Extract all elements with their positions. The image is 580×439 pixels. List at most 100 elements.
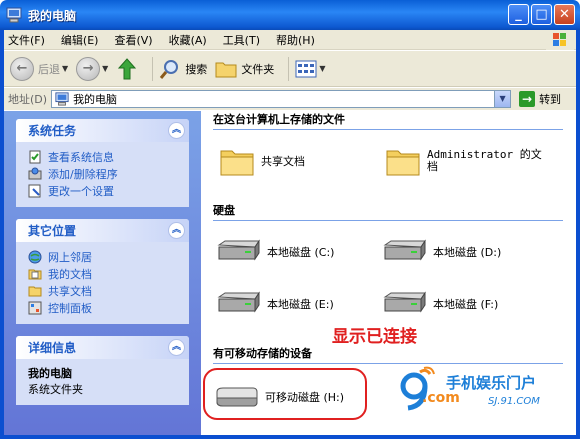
menu-favorites[interactable]: 收藏(A) <box>169 32 207 48</box>
up-folder-icon <box>118 57 137 79</box>
details-name: 我的电脑 <box>28 367 72 380</box>
system-info-icon <box>29 150 41 163</box>
search-label: 搜索 <box>185 62 208 76</box>
folder-icon <box>386 150 420 176</box>
system-tasks-title: 系统任务 <box>28 124 77 138</box>
place-label: 控制面板 <box>48 301 92 315</box>
views-button[interactable]: ▼ <box>295 59 325 79</box>
maximize-button[interactable]: □ <box>531 4 552 25</box>
hard-drive-icon <box>217 291 260 313</box>
details-header[interactable]: 详细信息 ︽ <box>16 336 189 359</box>
drive-label: 本地磁盘 (D:) <box>433 246 502 259</box>
highlight-circle <box>203 368 367 420</box>
folder-shared-documents[interactable]: 共享文档 <box>219 145 305 177</box>
forward-button[interactable]: → ▼ <box>76 56 108 81</box>
computer-icon <box>55 92 69 106</box>
add-remove-programs-icon <box>28 167 42 179</box>
address-label: 地址(D) <box>8 93 48 106</box>
system-tasks-panel: 系统任务 ︽ 查看系统信息 添加/删除程序 更改一个设置 <box>16 119 189 207</box>
drive-label: 本地磁盘 (E:) <box>267 298 334 311</box>
back-button[interactable]: ← 后退 ▼ <box>10 56 68 81</box>
section-stored-files: 在这台计算机上存储的文件 <box>213 111 563 130</box>
back-arrow-icon: ← <box>10 56 34 81</box>
settings-icon <box>28 184 41 197</box>
drive-label: 本地磁盘 (F:) <box>433 298 499 311</box>
forward-arrow-icon: → <box>76 56 101 81</box>
drive-label: 本地磁盘 (C:) <box>267 246 335 259</box>
drive-e[interactable]: 本地磁盘 (E:) <box>215 291 334 317</box>
address-input[interactable]: 我的电脑 ▼ <box>51 90 512 108</box>
search-button[interactable]: 搜索 <box>159 58 207 80</box>
place-control-panel[interactable]: 控制面板 <box>28 299 177 316</box>
toolbar-separator <box>288 56 290 81</box>
menu-tools[interactable]: 工具(T) <box>223 32 260 48</box>
watermark-url: SJ.91.COM <box>488 396 540 407</box>
folder-label: 共享文档 <box>261 155 305 168</box>
place-network[interactable]: 网上邻居 <box>28 248 177 265</box>
details-panel: 详细信息 ︽ 我的电脑 系统文件夹 <box>16 336 189 405</box>
hard-drive-icon <box>383 291 426 313</box>
place-label: 共享文档 <box>48 284 92 298</box>
control-panel-icon <box>28 301 42 314</box>
my-documents-icon <box>28 269 42 279</box>
collapse-icon[interactable]: ︽ <box>168 222 185 239</box>
window-border-bottom <box>0 435 580 439</box>
drive-d[interactable]: 本地磁盘 (D:) <box>381 239 501 265</box>
drive-f[interactable]: 本地磁盘 (F:) <box>381 291 498 317</box>
close-button[interactable]: ✕ <box>554 4 575 25</box>
title-bar[interactable]: 我的电脑 _ □ ✕ <box>0 0 580 30</box>
collapse-icon[interactable]: ︽ <box>168 339 185 356</box>
place-label: 网上邻居 <box>48 250 92 264</box>
task-view-system-info[interactable]: 查看系统信息 <box>28 148 177 165</box>
minimize-button[interactable]: _ <box>508 4 529 25</box>
folder-admin-documents[interactable]: Administrator 的文档 <box>385 145 555 177</box>
computer-icon <box>6 7 22 23</box>
system-tasks-header[interactable]: 系统任务 ︽ <box>16 119 189 142</box>
window-border-left <box>0 30 4 439</box>
address-bar: 地址(D) 我的电脑 ▼ → 转到 <box>4 88 576 110</box>
place-my-documents[interactable]: 我的文档 <box>28 265 177 282</box>
views-icon <box>295 60 317 77</box>
drive-c[interactable]: 本地磁盘 (C:) <box>215 239 334 265</box>
folders-button[interactable]: 文件夹 <box>215 59 274 79</box>
address-value: 我的电脑 <box>73 93 118 106</box>
address-dropdown-icon[interactable]: ▼ <box>494 91 511 107</box>
shared-folder-icon <box>28 286 42 296</box>
task-change-setting[interactable]: 更改一个设置 <box>28 182 177 199</box>
network-places-icon <box>28 250 42 263</box>
go-arrow-icon: → <box>519 91 536 107</box>
go-button[interactable]: → 转到 <box>519 91 561 107</box>
menu-file[interactable]: 文件(F) <box>8 32 45 48</box>
details-description: 系统文件夹 <box>28 383 83 396</box>
other-places-title: 其它位置 <box>28 224 77 238</box>
section-removable-storage: 有可移动存储的设备 <box>213 345 563 364</box>
task-label: 更改一个设置 <box>48 184 114 198</box>
toolbar-separator <box>152 56 154 81</box>
place-label: 我的文档 <box>48 267 92 281</box>
task-add-remove-programs[interactable]: 添加/删除程序 <box>28 165 177 182</box>
back-dropdown-icon[interactable]: ▼ <box>62 64 68 73</box>
hard-drive-icon <box>383 239 426 261</box>
folders-icon <box>215 62 237 77</box>
menu-view[interactable]: 查看(V) <box>114 32 152 48</box>
folders-label: 文件夹 <box>241 62 275 76</box>
task-pane: 系统任务 ︽ 查看系统信息 添加/删除程序 更改一个设置 其它位置 ︽ 网上邻居… <box>4 111 201 435</box>
hard-drive-icon <box>217 239 260 261</box>
other-places-header[interactable]: 其它位置 ︽ <box>16 219 189 242</box>
task-label: 查看系统信息 <box>48 150 114 164</box>
forward-dropdown-icon[interactable]: ▼ <box>102 64 108 73</box>
up-button[interactable] <box>116 57 138 81</box>
window-border-right <box>576 30 580 439</box>
place-shared-documents[interactable]: 共享文档 <box>28 282 177 299</box>
watermark-title: 手机娱乐门户 <box>446 374 537 392</box>
menu-edit[interactable]: 编辑(E) <box>61 32 99 48</box>
collapse-icon[interactable]: ︽ <box>168 122 185 139</box>
views-dropdown-icon[interactable]: ▼ <box>319 64 325 73</box>
other-places-panel: 其它位置 ︽ 网上邻居 我的文档 共享文档 控制面板 <box>16 219 189 324</box>
window-title: 我的电脑 <box>28 8 77 23</box>
details-title: 详细信息 <box>28 341 77 355</box>
windows-logo-icon <box>546 30 574 50</box>
watermark: .com 手机娱乐门户 SJ.91.COM <box>400 366 570 416</box>
menu-help[interactable]: 帮助(H) <box>276 32 315 48</box>
annotation-text: 显示已连接 <box>332 327 417 347</box>
